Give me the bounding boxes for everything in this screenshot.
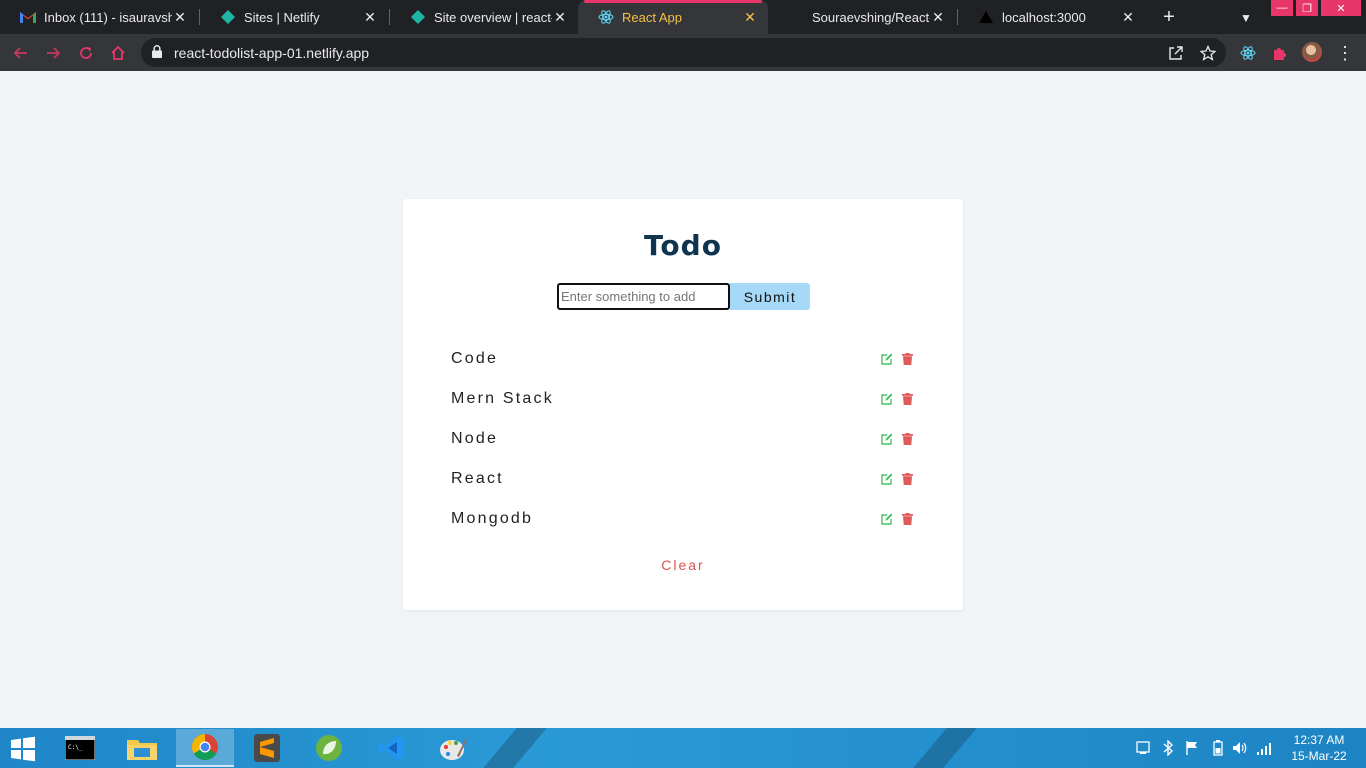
command-prompt-icon[interactable]: C:\_ xyxy=(51,729,109,767)
todo-actions xyxy=(881,353,913,365)
netlify-icon xyxy=(410,9,426,25)
delete-trash-icon[interactable] xyxy=(901,353,913,365)
tab-title: localhost:3000 xyxy=(1002,9,1086,25)
menu-kebab-icon[interactable]: ⋮ xyxy=(1336,42,1354,64)
extensions-puzzle-icon[interactable] xyxy=(1270,43,1290,63)
add-todo-form: Submit xyxy=(557,283,810,310)
close-icon[interactable]: ✕ xyxy=(1120,9,1136,25)
close-icon[interactable]: ✕ xyxy=(552,9,568,25)
todo-item-label: Mern Stack xyxy=(451,390,554,407)
gmail-icon xyxy=(20,9,36,25)
tab-title: Sites | Netlify xyxy=(244,9,320,25)
window-close-button[interactable]: ✕ xyxy=(1321,0,1361,16)
tab-title: Site overview | react-to xyxy=(434,9,552,25)
github-icon xyxy=(788,9,804,25)
clock-date: 15-Mar-22 xyxy=(1291,749,1347,763)
edit-icon[interactable] xyxy=(881,473,893,485)
tab-title: React App xyxy=(622,9,682,25)
volume-icon[interactable] xyxy=(1232,740,1248,756)
back-arrow-icon[interactable] xyxy=(10,42,32,64)
minimize-button[interactable]: — xyxy=(1271,0,1293,16)
tab-search-chevron-icon[interactable]: ▼ xyxy=(1236,8,1256,28)
lock-icon xyxy=(152,45,164,59)
visual-studio-code-icon[interactable] xyxy=(362,729,420,767)
windows-start-icon[interactable] xyxy=(8,736,40,762)
paint-icon[interactable] xyxy=(424,729,482,767)
todo-item-label: React xyxy=(451,470,504,487)
browser-tab-gmail[interactable]: Inbox (111) - isauravshi ✕ xyxy=(0,0,198,34)
wallpaper-stripe xyxy=(483,728,547,768)
todo-actions xyxy=(881,473,913,485)
battery-icon[interactable] xyxy=(1210,740,1226,756)
delete-trash-icon[interactable] xyxy=(901,393,913,405)
edit-icon[interactable] xyxy=(881,433,893,445)
tab-title: Souraevshing/React-Pro xyxy=(812,9,930,25)
browser-tab-site-overview[interactable]: Site overview | react-to ✕ xyxy=(390,0,578,34)
react-devtools-icon[interactable] xyxy=(1238,43,1258,63)
sublime-text-icon[interactable] xyxy=(238,729,296,767)
todo-item: React xyxy=(451,459,913,499)
todo-item: Mern Stack xyxy=(451,379,913,419)
delete-trash-icon[interactable] xyxy=(901,433,913,445)
wifi-signal-icon[interactable] xyxy=(1256,740,1272,756)
home-icon[interactable] xyxy=(107,42,129,64)
browser-tab-localhost[interactable]: localhost:3000 ✕ xyxy=(958,0,1146,34)
browser-tab-github[interactable]: Souraevshing/React-Pro ✕ xyxy=(768,0,956,34)
file-explorer-icon[interactable] xyxy=(113,729,171,767)
address-bar[interactable]: react-todolist-app-01.netlify.app xyxy=(141,38,1226,67)
react-icon xyxy=(598,9,614,25)
edit-icon[interactable] xyxy=(881,393,893,405)
bookmark-star-icon[interactable] xyxy=(1199,44,1217,62)
reload-icon[interactable] xyxy=(75,42,97,64)
network-adapter-icon[interactable] xyxy=(1135,740,1151,756)
spring-tools-icon[interactable] xyxy=(300,729,358,767)
close-icon[interactable]: ✕ xyxy=(362,9,378,25)
todo-item-label: Node xyxy=(451,430,499,447)
restore-button[interactable]: ❐ xyxy=(1296,0,1318,16)
submit-button[interactable]: Submit xyxy=(730,283,810,310)
todo-actions xyxy=(881,513,913,525)
todo-item: Code xyxy=(451,339,913,379)
edit-icon[interactable] xyxy=(881,353,893,365)
delete-trash-icon[interactable] xyxy=(901,473,913,485)
clock-time: 12:37 AM xyxy=(1293,733,1345,747)
close-icon[interactable]: ✕ xyxy=(742,9,758,25)
todo-actions xyxy=(881,393,913,405)
browser-tab-netlify-sites[interactable]: Sites | Netlify ✕ xyxy=(200,0,388,34)
new-tab-button[interactable]: + xyxy=(1158,6,1180,28)
forward-arrow-icon[interactable] xyxy=(42,42,64,64)
todo-item: Mongodb xyxy=(451,499,913,539)
profile-avatar[interactable] xyxy=(1302,42,1322,62)
page-title: Todo xyxy=(644,229,722,262)
clear-button[interactable]: Clear xyxy=(403,557,963,573)
bluetooth-icon[interactable] xyxy=(1160,740,1176,756)
close-icon[interactable]: ✕ xyxy=(930,9,946,25)
svg-text:C:\_: C:\_ xyxy=(68,744,83,751)
vercel-icon xyxy=(978,9,994,25)
todo-item: Node xyxy=(451,419,913,459)
browser-tab-react-app[interactable]: React App ✕ xyxy=(578,0,768,34)
windows-taskbar: C:\_ 12:37 AM 15-Mar-22 xyxy=(0,728,1366,768)
page-viewport: Todo Submit Code Mern Stack Nod xyxy=(0,71,1366,728)
netlify-icon xyxy=(220,9,236,25)
system-clock[interactable]: 12:37 AM 15-Mar-22 xyxy=(1284,732,1354,764)
browser-tab-strip: Inbox (111) - isauravshi ✕ Sites | Netli… xyxy=(0,0,1366,34)
todo-item-label: Code xyxy=(451,350,499,367)
google-chrome-icon[interactable] xyxy=(176,729,234,767)
edit-icon[interactable] xyxy=(881,513,893,525)
tab-title: Inbox (111) - isauravshi xyxy=(44,9,172,25)
todo-actions xyxy=(881,433,913,445)
wallpaper-stripe xyxy=(913,728,977,768)
close-icon[interactable]: ✕ xyxy=(172,9,188,25)
todo-card: Todo Submit Code Mern Stack Nod xyxy=(403,199,963,610)
todo-item-label: Mongodb xyxy=(451,510,534,527)
share-icon[interactable] xyxy=(1167,44,1185,62)
url-text: react-todolist-app-01.netlify.app xyxy=(174,45,370,61)
todo-list: Code Mern Stack Node React Mongodb xyxy=(451,339,913,539)
delete-trash-icon[interactable] xyxy=(901,513,913,525)
action-center-flag-icon[interactable] xyxy=(1184,740,1200,756)
todo-input[interactable] xyxy=(557,283,730,310)
browser-toolbar: react-todolist-app-01.netlify.app ⋮ xyxy=(0,34,1366,71)
